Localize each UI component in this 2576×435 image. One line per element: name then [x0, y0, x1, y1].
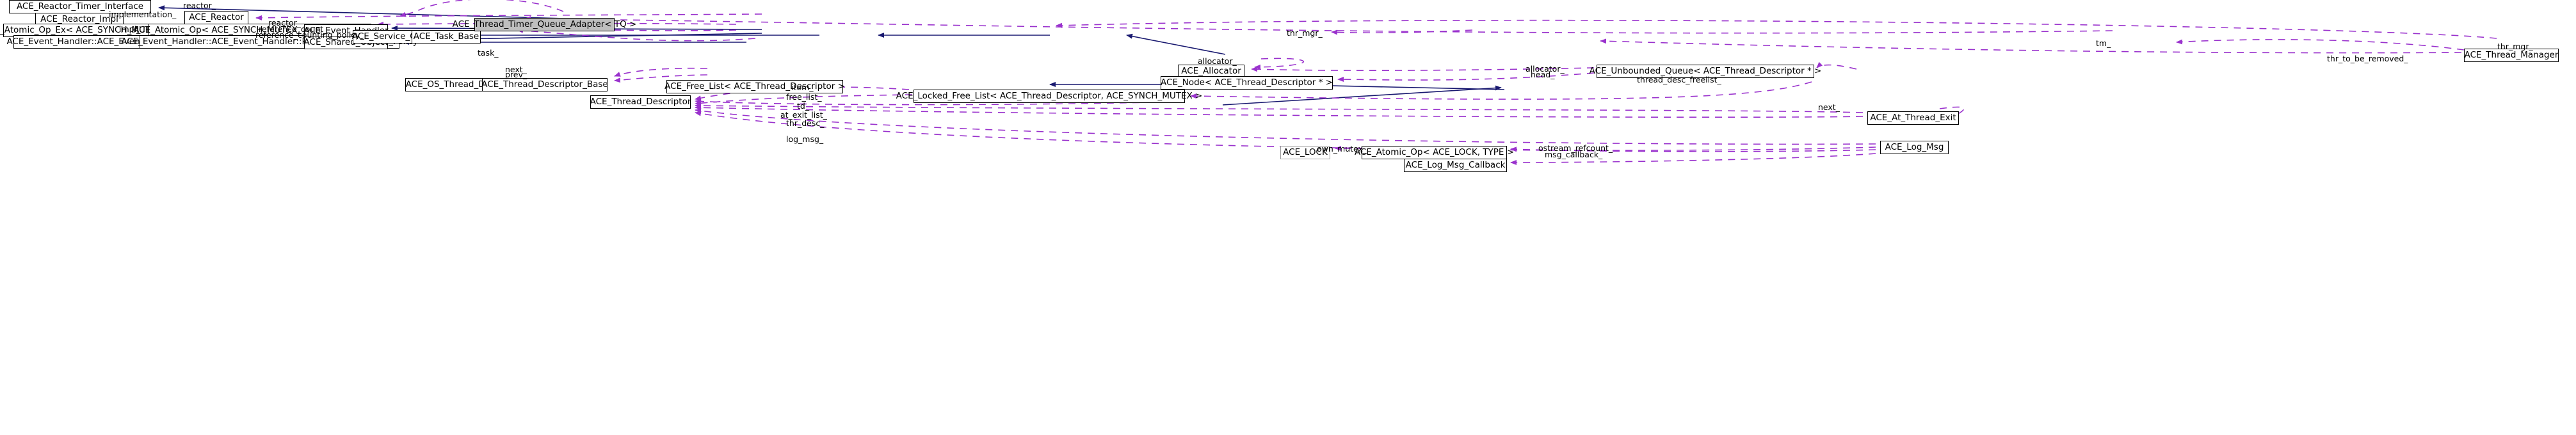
edge-label-thr-mgr-right: thr_mgr_ [2497, 42, 2533, 51]
node-ace-task-base[interactable]: ACE_Task_Base [412, 30, 481, 44]
edge-label-implementation: implementation_ [109, 10, 177, 19]
edge-label-thr-to-be-removed: thr_to_be_removed_ [2327, 54, 2408, 63]
edge-label-msg-callback: msg_callback_ [1545, 150, 1603, 159]
edge-label-next-right: next_ [1818, 102, 1840, 112]
node-ace-at-thread-exit[interactable]: ACE_At_Thread_Exit [1867, 111, 1959, 125]
node-ace-thread-descriptor-base[interactable]: ACE_Thread_Descriptor_Base [481, 78, 608, 91]
edge-label-thr-mgr-top: thr_mgr_ [1287, 28, 1323, 38]
collaboration-diagram-canvas: ACE_Reactor_Timer_Interface ACE_Reactor_… [0, 0, 2576, 435]
node-ace-thread-timer-queue-adapter[interactable]: ACE_Thread_Timer_Queue_Adapter< TQ > [453, 18, 636, 31]
edge-label-log-msg: log_msg_ [786, 134, 824, 144]
node-ace-free-list-thread-descriptor[interactable]: ACE_Free_List< ACE_Thread_Descriptor > [664, 80, 845, 93]
node-ace-locked-free-list[interactable]: ACE_Locked_Free_List< ACE_Thread_Descrip… [896, 90, 1202, 103]
node-ace-thread-descriptor[interactable]: ACE_Thread_Descriptor [590, 95, 691, 109]
node-ace-node-thread-descriptor[interactable]: ACE_Node< ACE_Thread_Descriptor * > [1161, 76, 1333, 90]
edge-label-reactor-self: reactor_ [183, 1, 216, 10]
node-ace-log-msg[interactable]: ACE_Log_Msg [1880, 141, 1949, 154]
node-ace-reactor[interactable]: ACE_Reactor [184, 11, 248, 24]
edge-label-item: item_ [791, 83, 814, 92]
node-ace-log-msg-callback[interactable]: ACE_Log_Msg_Callback [1404, 159, 1507, 172]
edge-label-task: task_ [478, 48, 499, 58]
edge-label-reference-counting-policy: reference_counting_policy_ [255, 30, 364, 40]
edge-label-tm: tm_ [2096, 38, 2111, 48]
diagram-edges [158, 0, 2497, 165]
edge-label-impl: impl_ [119, 24, 141, 34]
edge-label-thread-desc-freelist: thread_desc_freelist_ [1637, 75, 1721, 84]
node-ace-atomic-op-lock-type[interactable]: ACE_Atomic_Op< ACE_LOCK, TYPE > [1355, 146, 1514, 159]
edge-label-thr-desc: thr_desc_ [786, 118, 825, 128]
edge-label-td: td_ [797, 101, 810, 111]
edge-label-head: head_ [1531, 70, 1555, 79]
edge-label-own-mutex: own_mutex_ [1317, 144, 1367, 154]
edge-label-prev: prev_ [505, 70, 527, 79]
edge-label-free-list: free_list_ [786, 92, 822, 102]
edge-label-allocator-self: allocator_ [1198, 56, 1237, 66]
